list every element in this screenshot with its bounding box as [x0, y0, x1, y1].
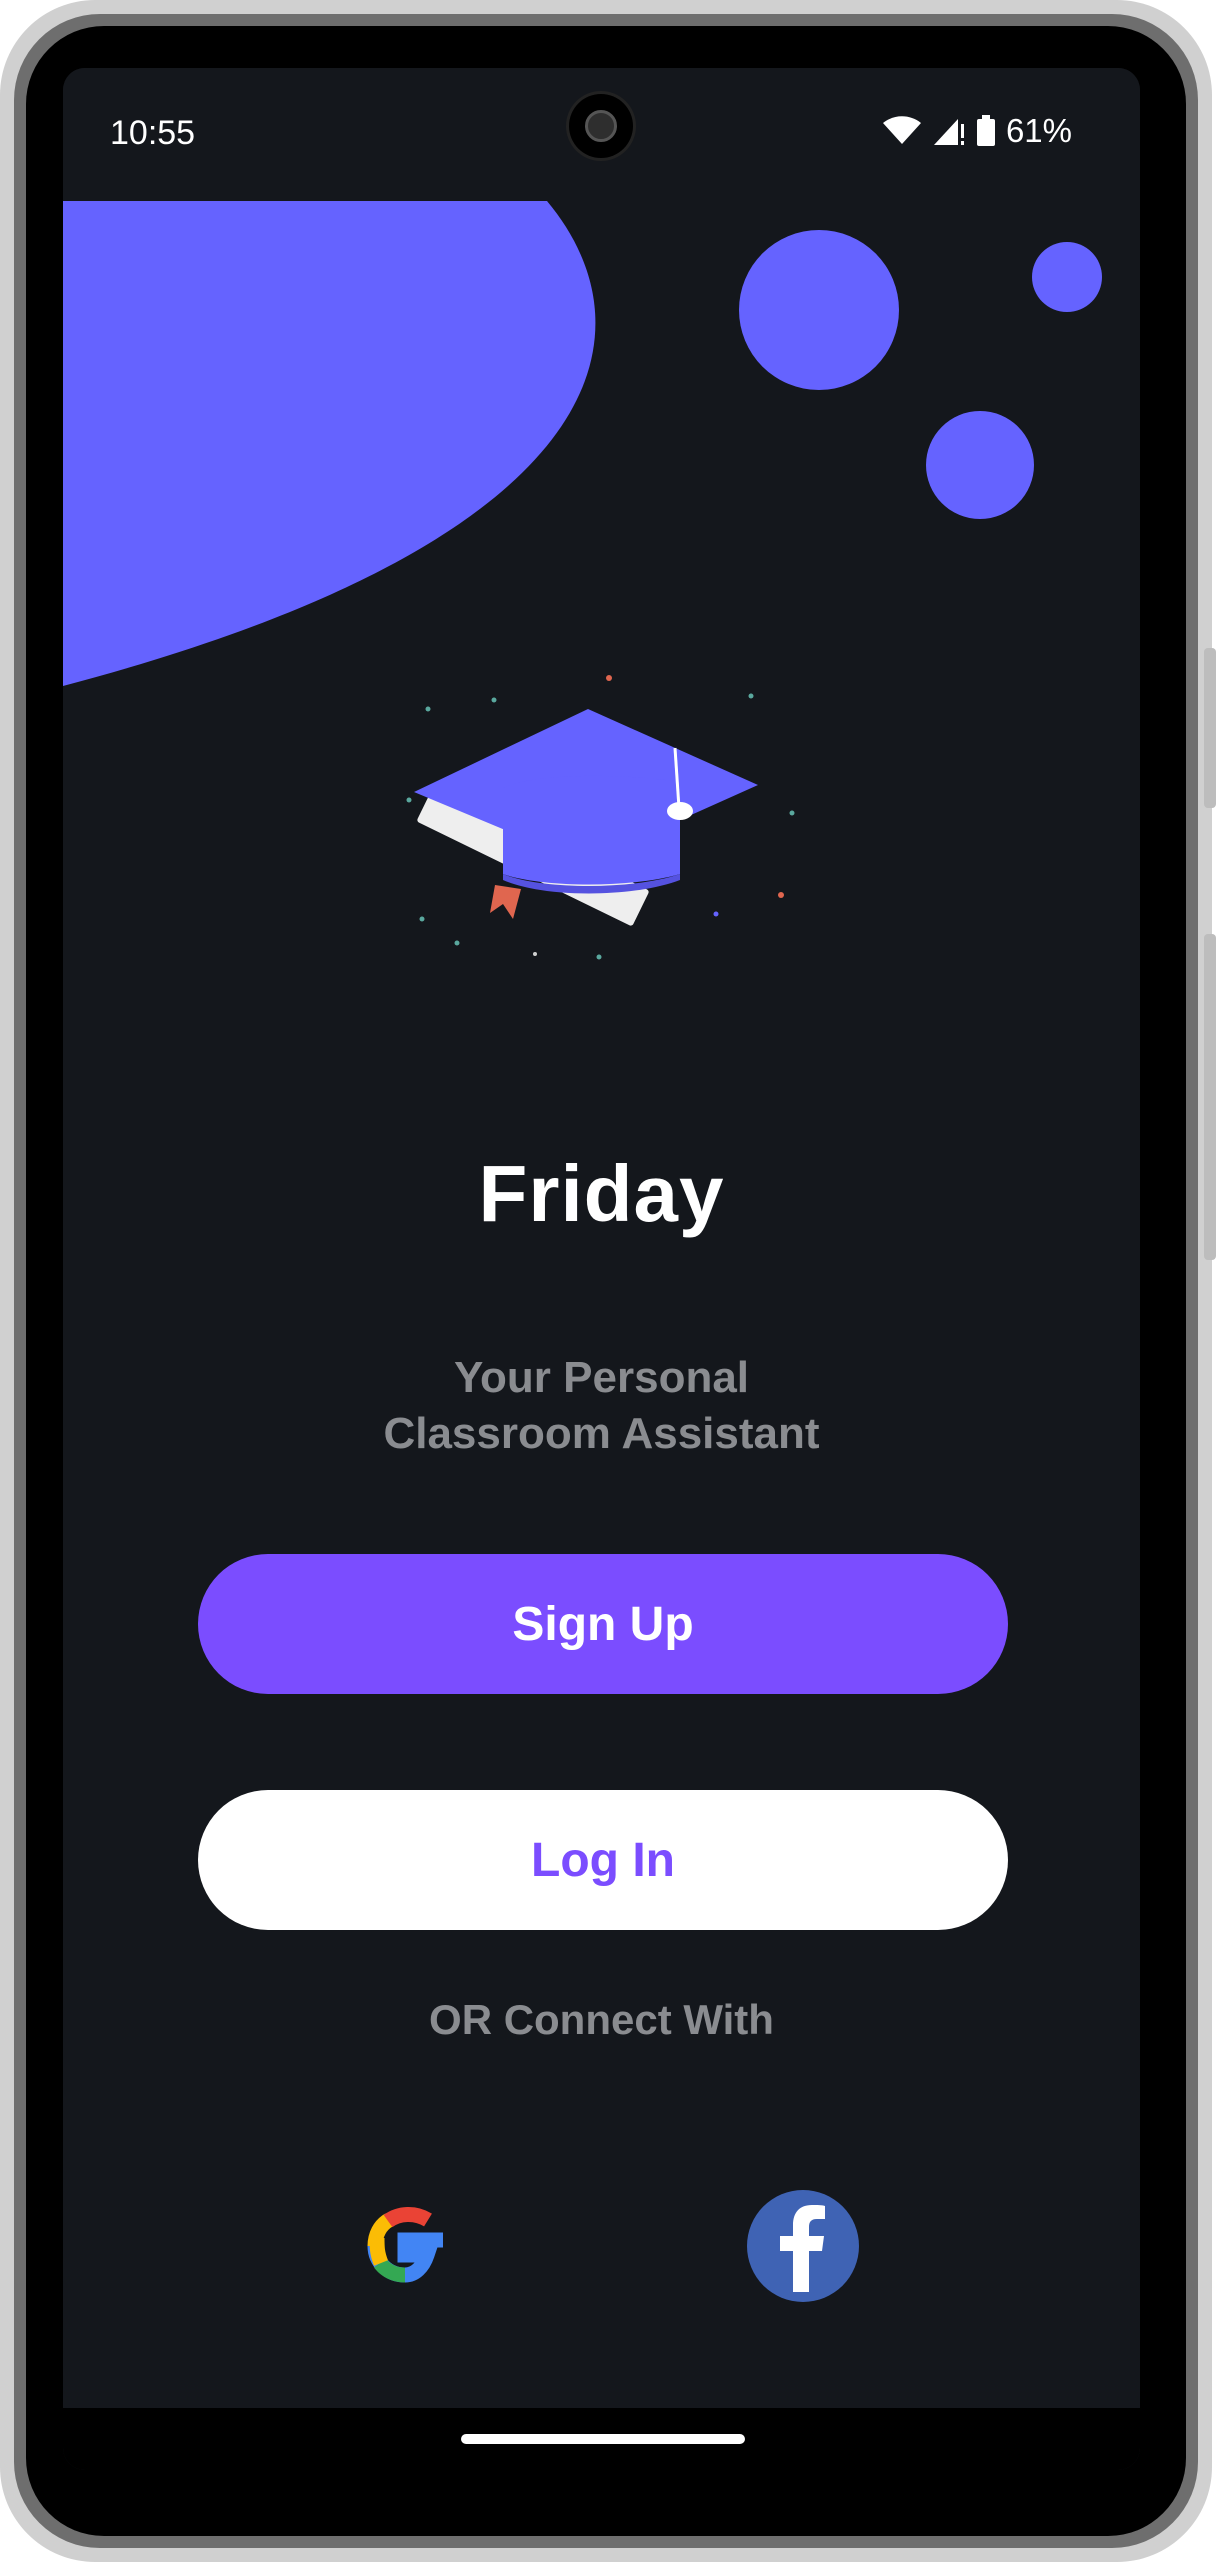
battery-icon: [976, 115, 995, 146]
status-bar: 10:55 61%: [63, 68, 1140, 200]
decor-circle-medium: [926, 411, 1034, 519]
app-subtitle: Your Personal Classroom Assistant: [63, 1350, 1140, 1462]
navigation-bar: [63, 2408, 1140, 2470]
status-icons: 61%: [882, 112, 1072, 150]
subtitle-line-1: Your Personal: [453, 1353, 750, 1402]
facebook-icon: [747, 2190, 859, 2302]
sign-up-button[interactable]: Sign Up: [198, 1554, 1008, 1694]
wifi-icon: [882, 116, 921, 144]
battery-percentage: 61%: [1005, 112, 1072, 149]
decor-circle-large: [739, 230, 899, 390]
status-time: 10:55: [110, 114, 196, 152]
decor-circle-small: [1032, 242, 1102, 312]
power-button: [1204, 934, 1216, 1260]
app-title: Friday: [478, 1149, 725, 1238]
log-in-button[interactable]: Log In: [198, 1790, 1008, 1930]
signal-icon: [933, 119, 964, 145]
app-screen: 10:55 61% Friday Your Personal Classroom…: [63, 68, 1140, 2470]
graduation-cap-illustration: [406, 675, 795, 960]
or-connect-with-label: OR Connect With: [429, 1996, 774, 2043]
volume-button: [1204, 648, 1216, 808]
corner-blob-shape: [63, 201, 596, 686]
google-login-button[interactable]: [345, 2186, 465, 2306]
google-icon: [367, 2207, 443, 2283]
home-indicator[interactable]: [461, 2434, 745, 2444]
background-decoration: [63, 201, 1102, 960]
subtitle-line-2: Classroom Assistant: [383, 1409, 820, 1458]
front-camera: [569, 94, 633, 158]
facebook-login-button[interactable]: [743, 2186, 863, 2306]
